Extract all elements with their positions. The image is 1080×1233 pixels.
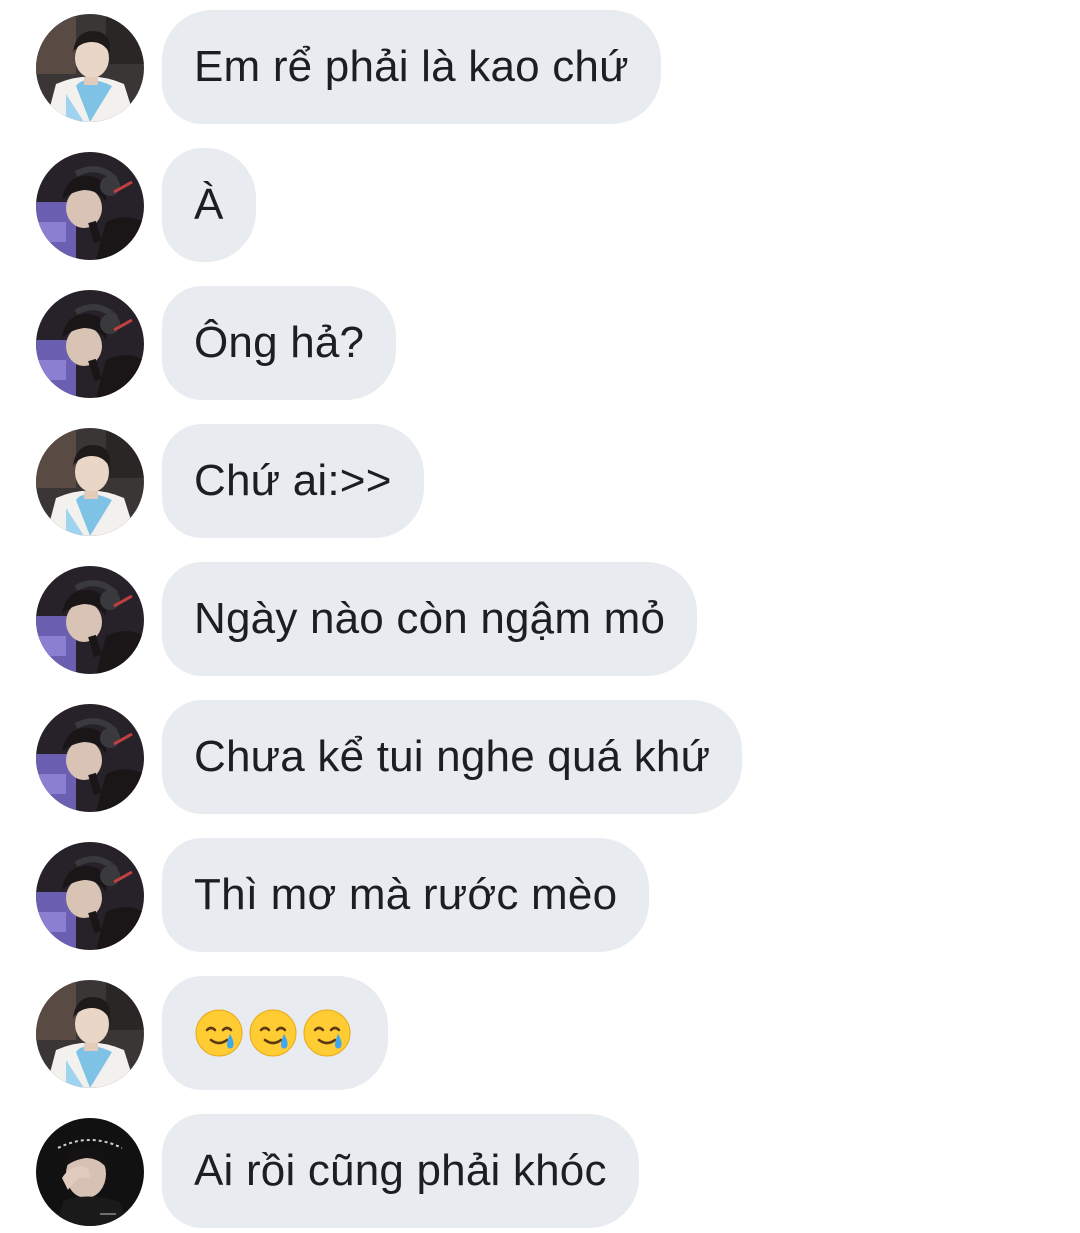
message-bubble[interactable]: Em rể phải là kao chứ [162,10,661,124]
avatar-headset-image [36,152,144,260]
chat-thread: Em rể phải là kao chứ À Ông hả? Chứ ai:>… [0,0,1080,1233]
avatar-headset-image [36,290,144,398]
avatar-hanbok[interactable] [36,428,144,536]
message-row: À [0,146,1080,262]
message-text: À [194,180,224,229]
message-row: Ông hả? [0,284,1080,400]
message-row [0,974,1080,1090]
message-row: Chưa kể tui nghe quá khứ [0,698,1080,814]
avatar-headset[interactable] [36,566,144,674]
message-text: Chưa kể tui nghe quá khứ [194,732,711,781]
avatar-hanbok[interactable] [36,14,144,122]
avatar-headset[interactable] [36,704,144,812]
smiling-face-with-tear-icon [302,1008,352,1058]
message-bubble[interactable]: Ngày nào còn ngậm mỏ [162,562,698,676]
smiling-face-with-tear-icon [194,1008,244,1058]
message-text: Em rể phải là kao chứ [194,42,629,91]
message-row: Chứ ai:>> [0,422,1080,538]
message-bubble[interactable]: Chưa kể tui nghe quá khứ [162,700,743,814]
avatar-hanbok-image [36,428,144,536]
avatar-headset[interactable] [36,152,144,260]
avatar-hanbok[interactable] [36,980,144,1088]
message-bubble[interactable]: Ông hả? [162,286,397,400]
smiling-face-with-tear-icon [248,1008,298,1058]
avatar-hanbok-image [36,14,144,122]
avatar-dark-image [36,1118,144,1226]
avatar-hanbok-image [36,980,144,1088]
message-row: Ai rồi cũng phải khóc [0,1112,1080,1228]
message-text: Ngày nào còn ngậm mỏ [194,594,666,643]
message-bubble[interactable]: Chứ ai:>> [162,424,424,538]
avatar-headset-image [36,842,144,950]
message-bubble[interactable] [162,976,388,1090]
message-bubble[interactable]: Ai rồi cũng phải khóc [162,1114,639,1228]
avatar-dark[interactable] [36,1118,144,1226]
message-row: Thì mơ mà rước mèo [0,836,1080,952]
avatar-headset[interactable] [36,842,144,950]
message-text: Thì mơ mà rước mèo [194,870,618,919]
message-bubble[interactable]: Thì mơ mà rước mèo [162,838,650,952]
avatar-headset[interactable] [36,290,144,398]
message-text: Ông hả? [194,318,365,367]
message-row: Ngày nào còn ngậm mỏ [0,560,1080,676]
message-text: Ai rồi cũng phải khóc [194,1146,607,1195]
avatar-headset-image [36,566,144,674]
avatar-headset-image [36,704,144,812]
message-bubble[interactable]: À [162,148,256,262]
message-text: Chứ ai:>> [194,456,392,505]
message-row: Em rể phải là kao chứ [0,8,1080,124]
